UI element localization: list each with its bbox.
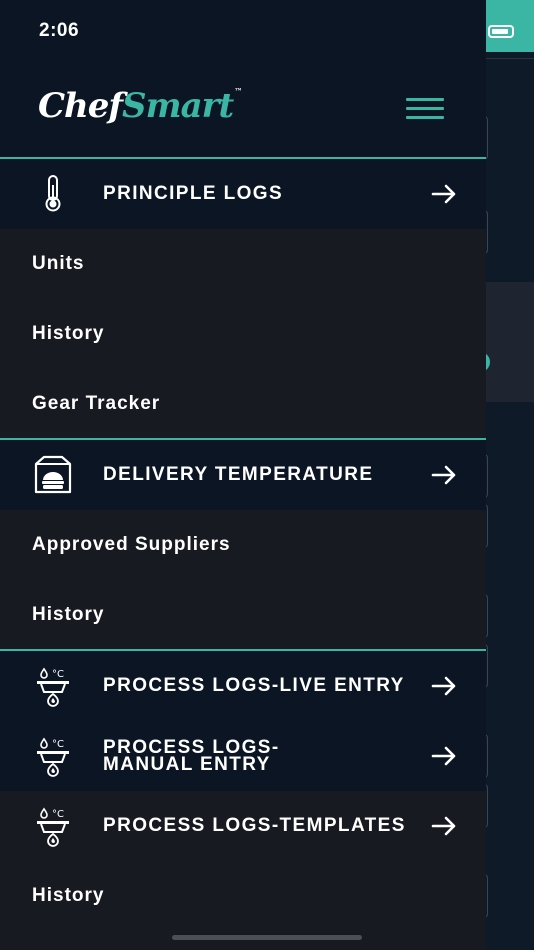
hamburger-menu-button[interactable] [406, 98, 444, 120]
menu-item-units[interactable]: Units [0, 229, 486, 299]
arrow-right-icon [431, 676, 456, 696]
menu-item-label: History [32, 323, 105, 344]
menu-item-label: History [32, 604, 105, 625]
menu-section-process-logs-manual-entry[interactable]: °C PROCESS LOGS- MANUAL ENTRY [0, 721, 486, 791]
menu-item-history[interactable]: History [0, 580, 486, 650]
section-title: PROCESS LOGS-TEMPLATES [103, 815, 406, 836]
drawer-header: ChefSmart™ [0, 62, 486, 158]
section-title: PROCESS LOGS-LIVE ENTRY [103, 675, 405, 696]
svg-text:°C: °C [52, 739, 64, 750]
cooking-temperature-icon: °C [37, 737, 69, 777]
menu-section-process-logs-templates[interactable]: °C PROCESS LOGS-TEMPLATES [0, 791, 486, 861]
cooking-temperature-icon: °C [37, 667, 69, 707]
delivery-bag-icon [34, 455, 72, 494]
section-title: PROCESS LOGS- MANUAL ENTRY [103, 721, 280, 791]
menu-item-history[interactable]: History [0, 861, 486, 931]
background-divider [486, 58, 534, 59]
menu-item-label: Approved Suppliers [32, 534, 231, 555]
menu-item-label: Gear Tracker [32, 393, 161, 414]
navigation-drawer: 2:06 ChefSmart™ PRINCIPLE LOGS Units His… [0, 0, 486, 950]
arrow-right-icon [431, 746, 456, 766]
arrow-right-icon [431, 465, 456, 485]
logo-text-chef: Chef [38, 86, 123, 126]
section-title: PRINCIPLE LOGS [103, 183, 284, 204]
menu-section-principle-logs[interactable]: PRINCIPLE LOGS [0, 159, 486, 229]
menu-section-process-logs-live-entry[interactable]: °C PROCESS LOGS-LIVE ENTRY [0, 651, 486, 721]
svg-text:°C: °C [52, 669, 64, 680]
battery-icon [488, 25, 514, 38]
logo-trademark: ™ [234, 86, 242, 96]
menu-item-approved-suppliers[interactable]: Approved Suppliers [0, 510, 486, 580]
menu-section-delivery-temperature[interactable]: DELIVERY TEMPERATURE [0, 440, 486, 510]
chefsmart-logo: ChefSmart™ [38, 86, 242, 126]
menu-item-gear-tracker[interactable]: Gear Tracker [0, 369, 486, 439]
section-title-line2: MANUAL ENTRY [103, 754, 271, 775]
menu-item-label: Units [32, 253, 85, 274]
background-panel [486, 282, 534, 402]
status-time: 2:06 [39, 20, 80, 41]
svg-text:°C: °C [52, 809, 64, 820]
menu-item-history[interactable]: History [0, 299, 486, 369]
arrow-right-icon [431, 816, 456, 836]
section-title: DELIVERY TEMPERATURE [103, 464, 374, 485]
arrow-right-icon [431, 184, 456, 204]
status-bar: 2:06 [0, 0, 486, 62]
logo-text-smart: Smart [122, 86, 234, 126]
thermometer-icon [45, 175, 61, 212]
home-indicator[interactable] [172, 935, 362, 940]
menu-item-label: History [32, 885, 105, 906]
cooking-temperature-icon: °C [37, 807, 69, 847]
